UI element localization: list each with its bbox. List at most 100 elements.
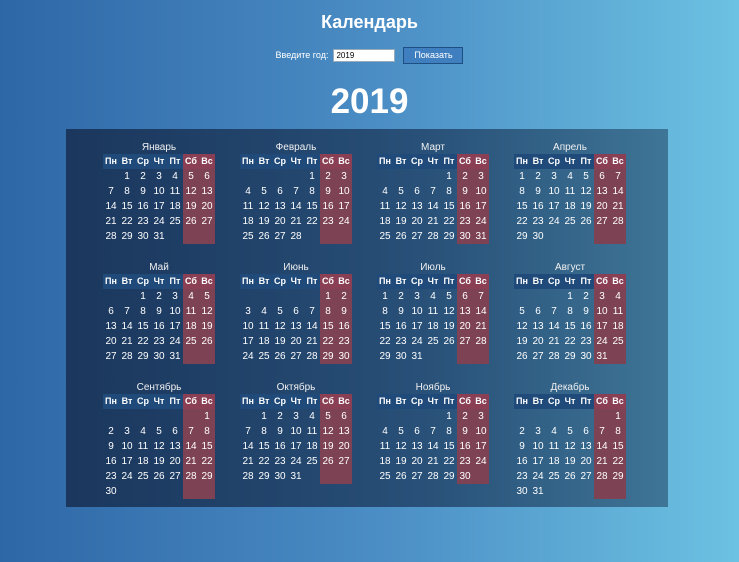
day-cell[interactable]: 20: [167, 454, 183, 469]
day-cell[interactable]: 10: [336, 184, 352, 199]
day-cell[interactable]: 28: [240, 469, 256, 484]
day-cell[interactable]: 16: [336, 319, 352, 334]
day-cell[interactable]: 19: [320, 439, 336, 454]
day-cell[interactable]: 14: [240, 439, 256, 454]
day-cell[interactable]: 24: [151, 214, 167, 229]
day-cell[interactable]: 10: [594, 304, 610, 319]
day-cell[interactable]: 28: [425, 469, 441, 484]
day-cell[interactable]: 29: [256, 469, 272, 484]
day-cell[interactable]: 19: [441, 319, 457, 334]
day-cell[interactable]: 3: [119, 424, 135, 439]
day-cell[interactable]: 30: [457, 229, 473, 244]
day-cell[interactable]: 9: [457, 424, 473, 439]
day-cell[interactable]: 1: [304, 169, 320, 184]
day-cell[interactable]: 24: [473, 454, 489, 469]
day-cell[interactable]: 19: [256, 214, 272, 229]
year-input[interactable]: [333, 48, 396, 62]
day-cell[interactable]: 23: [272, 454, 288, 469]
day-cell[interactable]: 30: [514, 484, 530, 499]
day-cell[interactable]: 4: [546, 424, 562, 439]
day-cell[interactable]: 8: [320, 304, 336, 319]
day-cell[interactable]: 4: [377, 184, 393, 199]
day-cell[interactable]: 7: [610, 169, 626, 184]
day-cell[interactable]: 4: [425, 289, 441, 304]
day-cell[interactable]: 10: [530, 439, 546, 454]
day-cell[interactable]: 23: [578, 334, 594, 349]
day-cell[interactable]: 12: [199, 304, 215, 319]
day-cell[interactable]: 6: [336, 409, 352, 424]
day-cell[interactable]: 7: [304, 304, 320, 319]
day-cell[interactable]: 7: [594, 424, 610, 439]
day-cell[interactable]: 20: [594, 199, 610, 214]
day-cell[interactable]: 28: [288, 229, 304, 244]
day-cell[interactable]: 14: [183, 439, 199, 454]
day-cell[interactable]: 14: [425, 439, 441, 454]
day-cell[interactable]: 18: [610, 319, 626, 334]
day-cell[interactable]: 1: [441, 409, 457, 424]
day-cell[interactable]: 29: [441, 469, 457, 484]
day-cell[interactable]: 13: [199, 184, 215, 199]
day-cell[interactable]: 3: [151, 169, 167, 184]
day-cell[interactable]: 5: [183, 169, 199, 184]
day-cell[interactable]: 13: [288, 319, 304, 334]
day-cell[interactable]: 27: [272, 229, 288, 244]
day-cell[interactable]: 14: [304, 319, 320, 334]
day-cell[interactable]: 13: [336, 424, 352, 439]
day-cell[interactable]: 5: [393, 424, 409, 439]
day-cell[interactable]: 29: [320, 349, 336, 364]
day-cell[interactable]: 22: [441, 454, 457, 469]
day-cell[interactable]: 11: [562, 184, 578, 199]
day-cell[interactable]: 1: [610, 409, 626, 424]
day-cell[interactable]: 9: [514, 439, 530, 454]
day-cell[interactable]: 17: [240, 334, 256, 349]
day-cell[interactable]: 9: [103, 439, 119, 454]
day-cell[interactable]: 8: [199, 424, 215, 439]
day-cell[interactable]: 13: [103, 319, 119, 334]
day-cell[interactable]: 17: [288, 439, 304, 454]
day-cell[interactable]: 1: [199, 409, 215, 424]
day-cell[interactable]: 8: [304, 184, 320, 199]
day-cell[interactable]: 27: [103, 349, 119, 364]
day-cell[interactable]: 15: [562, 319, 578, 334]
day-cell[interactable]: 7: [425, 424, 441, 439]
day-cell[interactable]: 27: [288, 349, 304, 364]
day-cell[interactable]: 10: [167, 304, 183, 319]
day-cell[interactable]: 9: [272, 424, 288, 439]
day-cell[interactable]: 5: [320, 409, 336, 424]
day-cell[interactable]: 7: [183, 424, 199, 439]
day-cell[interactable]: 15: [320, 319, 336, 334]
day-cell[interactable]: 30: [336, 349, 352, 364]
show-button[interactable]: Показать: [403, 46, 464, 64]
day-cell[interactable]: 5: [441, 289, 457, 304]
day-cell[interactable]: 6: [272, 184, 288, 199]
day-cell[interactable]: 5: [272, 304, 288, 319]
day-cell[interactable]: 24: [336, 214, 352, 229]
day-cell[interactable]: 16: [151, 319, 167, 334]
day-cell[interactable]: 11: [256, 319, 272, 334]
day-cell[interactable]: 18: [167, 199, 183, 214]
day-cell[interactable]: 7: [425, 184, 441, 199]
day-cell[interactable]: 6: [578, 424, 594, 439]
day-cell[interactable]: 13: [578, 439, 594, 454]
day-cell[interactable]: 17: [546, 199, 562, 214]
day-cell[interactable]: 28: [183, 469, 199, 484]
day-cell[interactable]: 6: [288, 304, 304, 319]
day-cell[interactable]: 20: [199, 199, 215, 214]
day-cell[interactable]: 11: [546, 439, 562, 454]
day-cell[interactable]: 7: [473, 289, 489, 304]
day-cell[interactable]: 4: [610, 289, 626, 304]
day-cell[interactable]: 1: [441, 169, 457, 184]
day-cell[interactable]: 28: [473, 334, 489, 349]
day-cell[interactable]: 4: [377, 424, 393, 439]
day-cell[interactable]: 28: [546, 349, 562, 364]
day-cell[interactable]: 16: [320, 199, 336, 214]
day-cell[interactable]: 21: [473, 319, 489, 334]
day-cell[interactable]: 21: [240, 454, 256, 469]
day-cell[interactable]: 6: [199, 169, 215, 184]
day-cell[interactable]: 14: [103, 199, 119, 214]
day-cell[interactable]: 19: [151, 454, 167, 469]
day-cell[interactable]: 3: [167, 289, 183, 304]
day-cell[interactable]: 7: [119, 304, 135, 319]
day-cell[interactable]: 6: [409, 184, 425, 199]
day-cell[interactable]: 8: [441, 424, 457, 439]
